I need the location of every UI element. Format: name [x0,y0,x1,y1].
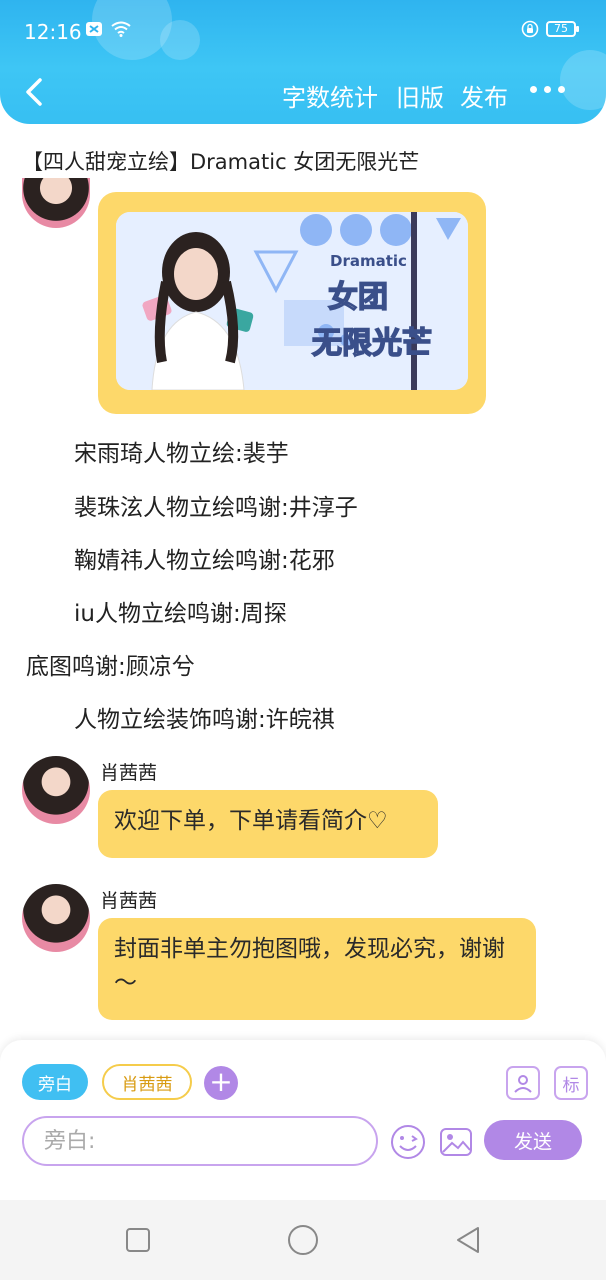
battery-indicator: 75 [546,21,579,37]
more-dot [558,86,565,93]
back-nav-icon[interactable] [450,1222,486,1258]
status-time: 12:16 [24,20,82,44]
old-version-button[interactable]: 旧版 [396,78,444,113]
rotation-lock-icon [520,20,540,38]
person-card-button[interactable] [506,1066,540,1100]
credit-line: iu人物立绘鸣谢:周探 [74,601,287,627]
publish-button[interactable]: 发布 [460,78,508,113]
cover-text-dramatic: Dramatic [330,252,407,270]
narration-role-chip[interactable]: 旁白 [22,1064,88,1100]
sender-name: 肖茜茜 [100,762,158,784]
page-title: 【四人甜宠立绘】Dramatic 女团无限光芒 [22,150,420,174]
credit-line: 底图鸣谢:顾凉兮 [26,654,195,680]
tag-button[interactable]: 标 [554,1066,588,1100]
avatar[interactable] [22,756,90,824]
message-bubble[interactable]: 封面非单主勿抱图哦，发现必究，谢谢～ [98,918,536,1020]
system-nav-bar [0,1200,606,1280]
back-button[interactable] [18,72,58,112]
tag-icon: 标 [562,1075,580,1096]
sender-name: 肖茜茜 [100,890,158,912]
add-role-button[interactable]: + [204,1066,238,1100]
header-bar: 12:16 75 字数统计 旧版 发布 [0,0,606,124]
chevron-left-icon [26,78,42,106]
emoji-button[interactable] [390,1124,426,1160]
wifi-icon [110,20,132,38]
status-bar: 12:16 75 [0,0,606,46]
notification-icon [84,20,104,38]
credit-line: 鞠婧祎人物立绘鸣谢:花邪 [74,548,335,574]
credit-line: 宋雨琦人物立绘:裴芋 [74,441,289,467]
plus-icon: + [209,1065,233,1098]
character-role-chip[interactable]: 肖茜茜 [102,1064,192,1100]
cover-text-group: 女团 [327,279,389,316]
emoji-icon [391,1125,425,1159]
credit-line: 人物立绘装饰鸣谢:许皖祺 [74,707,335,733]
cover-image-card[interactable]: Dramatic 女团 无限光芒 [98,192,486,414]
person-card-icon [514,1075,532,1093]
nav-bar: 字数统计 旧版 发布 [0,56,606,124]
cover-text-light: 无限光芒 [311,325,433,362]
avatar[interactable] [22,178,90,228]
credit-line: 裴珠泫人物立绘鸣谢:井淳子 [74,495,358,521]
word-count-button[interactable]: 字数统计 [282,78,378,113]
home-icon[interactable] [285,1222,321,1258]
message-bubble[interactable]: 欢迎下单，下单请看简介♡ [98,790,438,858]
more-dot [530,86,537,93]
cover-image: Dramatic 女团 无限光芒 [116,212,468,390]
more-options-button[interactable] [530,86,570,98]
image-button[interactable] [438,1124,474,1160]
more-dot [544,86,551,93]
image-icon [440,1128,472,1156]
avatar[interactable] [22,884,90,952]
cover-illustration [116,212,468,390]
message-input[interactable] [22,1116,378,1166]
send-button[interactable]: 发送 [484,1120,582,1160]
recents-icon[interactable] [120,1222,156,1258]
